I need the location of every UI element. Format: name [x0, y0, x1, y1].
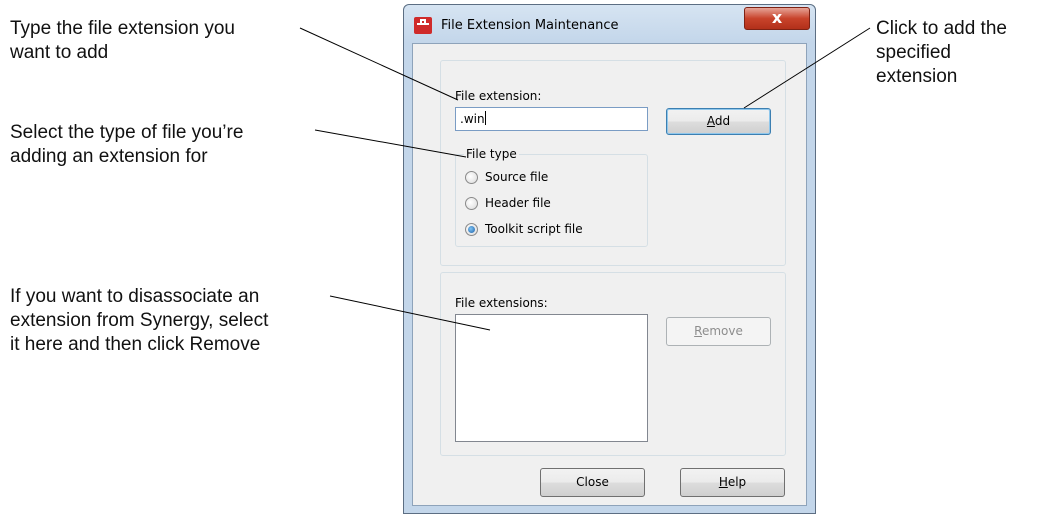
leader-line-file-type: [314, 129, 467, 158]
leader-line-remove: [329, 295, 491, 331]
callout-leaders: [299, 27, 871, 331]
leader-line-add: [743, 27, 871, 109]
leader-line-extension: [299, 27, 459, 101]
